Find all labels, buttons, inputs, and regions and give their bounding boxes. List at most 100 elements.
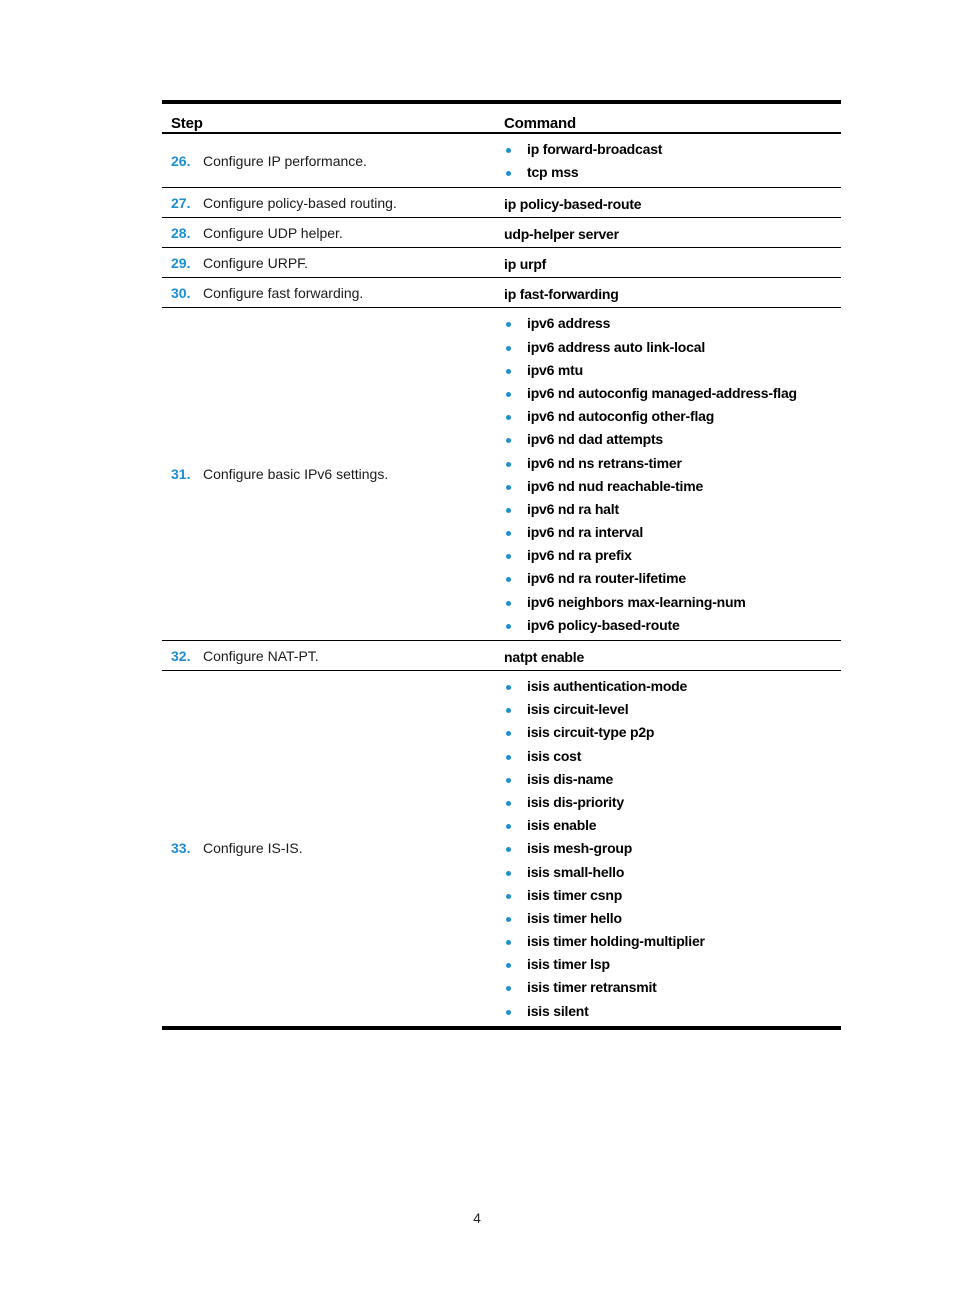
step-description: Configure basic IPv6 settings.	[203, 466, 389, 483]
step-description: Configure URPF.	[203, 254, 309, 271]
command-text: ipv6 nd ns retrans-timer	[527, 454, 682, 471]
bullet-icon	[506, 531, 511, 537]
command-list-item: tcp mss	[504, 161, 841, 184]
bullet-icon	[506, 507, 511, 513]
bullet-icon	[506, 148, 511, 153]
command-text: isis timer holding-multiplier	[527, 933, 705, 950]
bullet-icon	[506, 940, 511, 946]
command-text: ipv6 nd nud reachable-time	[527, 477, 704, 494]
command-list-item: isis authentication-mode	[504, 675, 841, 698]
step-cell: 30. Configure fast forwarding.	[162, 277, 495, 309]
command-table: Step Command 26. Configure IP performance…	[162, 104, 841, 1026]
command-text: ip policy-based-route	[504, 195, 642, 212]
bullet-icon	[506, 554, 511, 560]
bullet-icon	[506, 1009, 511, 1015]
bullet-icon	[506, 824, 511, 830]
table-row: 29. Configure URPF. ip urpf	[162, 247, 841, 279]
step-cell: 32. Configure NAT-PT.	[162, 640, 495, 671]
command-list-item: isis timer retransmit	[504, 976, 841, 999]
bullet-icon	[506, 777, 511, 783]
bullet-icon	[506, 322, 511, 328]
command-text: isis timer lsp	[527, 956, 610, 973]
bullet-icon	[506, 438, 511, 444]
command-list-item: ipv6 nd ra prefix	[504, 544, 841, 567]
table-body: 26. Configure IP performance. ip forward-b…	[162, 133, 841, 1026]
command-list-item: ipv6 nd ra halt	[504, 498, 841, 521]
command-text: ipv6 nd ra prefix	[527, 547, 632, 564]
bullet-icon	[506, 800, 511, 806]
command-list-item: ipv6 nd ra router-lifetime	[504, 567, 841, 590]
command-text: ip urpf	[504, 255, 547, 272]
bullet-icon	[506, 623, 511, 629]
command-list-item: isis timer hello	[504, 907, 841, 930]
step-cell: 27. Configure policy-based routing.	[162, 187, 495, 219]
table-bottom-rule	[162, 1025, 841, 1030]
command-list-item: isis circuit-level	[504, 698, 841, 721]
command-text: ipv6 policy-based-route	[527, 616, 680, 633]
command-text: tcp mss	[527, 164, 579, 181]
command-list-item: ipv6 address auto link-local	[504, 336, 841, 359]
page-number: 4	[473, 1210, 481, 1226]
command-list-item: ipv6 mtu	[504, 359, 841, 382]
step-cell: 31. Configure basic IPv6 settings.	[162, 307, 495, 641]
command-text: udp-helper server	[504, 225, 619, 242]
command-list-item: ipv6 nd ns retrans-timer	[504, 452, 841, 475]
command-text: ip forward-broadcast	[527, 141, 663, 157]
command-cell: ip urpf	[495, 247, 841, 279]
command-list-item: ipv6 nd dad attempts	[504, 428, 841, 451]
command-text: ipv6 neighbors max-learning-num	[527, 593, 746, 610]
command-list-item: isis silent	[504, 1000, 841, 1023]
step-description: Configure IP performance.	[203, 152, 367, 169]
command-text: ipv6 nd ra interval	[527, 524, 644, 541]
command-list-item: ipv6 nd autoconfig other-flag	[504, 405, 841, 428]
step-description: Configure UDP helper.	[203, 224, 343, 241]
command-list-item: ipv6 neighbors max-learning-num	[504, 591, 841, 614]
command-list-item: ipv6 nd nud reachable-time	[504, 475, 841, 498]
step-number: 29.	[171, 254, 191, 271]
command-table-container: Step Command 26. Configure IP performance…	[162, 100, 841, 1030]
command-list-item: ipv6 address	[504, 312, 841, 335]
command-text: ipv6 nd ra router-lifetime	[527, 570, 686, 587]
command-list-item: isis small-hello	[504, 861, 841, 884]
bullet-icon	[506, 171, 511, 177]
step-number: 32.	[171, 647, 191, 664]
header-step: Step	[162, 104, 495, 134]
step-description: Configure NAT-PT.	[203, 647, 319, 664]
command-list-item: isis timer holding-multiplier	[504, 930, 841, 953]
bullet-icon	[506, 963, 511, 969]
command-list: ipv6 address ipv6 address auto link-local…	[504, 308, 841, 640]
step-cell: 26. Configure IP performance.	[162, 133, 495, 189]
command-text: isis small-hello	[527, 863, 625, 880]
command-text: natpt enable	[504, 648, 585, 665]
bullet-icon	[506, 391, 511, 397]
step-number: 30.	[171, 284, 191, 301]
table-row: 32. Configure NAT-PT. natpt enable	[162, 640, 841, 671]
command-list-item: ipv6 nd autoconfig managed-address-flag	[504, 382, 841, 405]
table-row: 27. Configure policy-based routing. ip pol…	[162, 187, 841, 219]
step-cell: 28. Configure UDP helper.	[162, 217, 495, 249]
command-text: isis dis-priority	[527, 793, 624, 810]
command-list-item: isis timer csnp	[504, 884, 841, 907]
table-header-row: Step Command	[162, 104, 841, 134]
bullet-icon	[506, 368, 511, 374]
step-description: Configure IS-IS.	[203, 840, 303, 857]
bullet-icon	[506, 345, 511, 351]
command-text: isis circuit-level	[527, 701, 629, 718]
bullet-icon	[506, 685, 511, 690]
command-list-item: isis cost	[504, 745, 841, 768]
step-number: 26.	[171, 152, 191, 169]
bullet-icon	[506, 461, 511, 467]
step-number: 28.	[171, 224, 191, 241]
bullet-icon	[506, 708, 511, 714]
bullet-icon	[506, 847, 511, 853]
command-cell: isis authentication-mode isis circuit-lev…	[495, 671, 841, 1026]
command-list-item: isis circuit-type p2p	[504, 721, 841, 744]
step-cell: 33. Configure IS-IS.	[162, 671, 495, 1026]
command-text: isis cost	[527, 747, 582, 764]
command-text: isis silent	[527, 1002, 589, 1019]
command-text: ipv6 nd autoconfig other-flag	[527, 408, 715, 425]
command-text: isis authentication-mode	[527, 678, 688, 694]
bullet-icon	[506, 731, 511, 737]
bullet-icon	[506, 986, 511, 992]
command-cell: ip policy-based-route	[495, 187, 841, 219]
